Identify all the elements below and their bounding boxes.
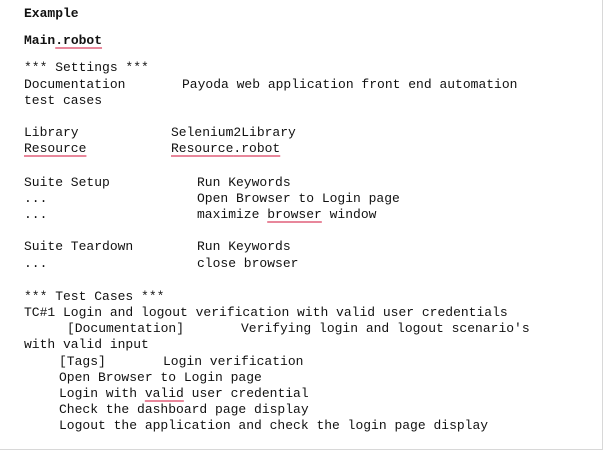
test-step-2-word: valid [144,386,184,401]
file-name: Main.robot [24,33,102,49]
test-cases-header: *** Test Cases *** [24,289,165,304]
file-name-base: Main [24,33,56,48]
file-name-extension: .robot [55,33,103,48]
test-case-tags-value: Login verification [163,354,304,369]
resource-value: Resource.robot [171,141,280,157]
suite-teardown-continuation: ... [24,256,48,271]
documentation-label: Documentation [24,77,126,92]
suite-setup-step-2-start: maximize [197,207,268,222]
suite-setup-step-2-word: browser [267,207,322,222]
test-case-documentation-continued: with valid input [24,337,149,352]
test-case-documentation-label: [Documentation] [67,321,185,336]
test-step-4: Logout the application and check the log… [59,418,489,433]
documentation-value: Payoda web application front end automat… [182,77,518,92]
test-step-1: Open Browser to Login page [59,370,262,385]
settings-header: *** Settings *** [24,60,149,75]
suite-teardown-value: Run Keywords [197,239,291,254]
test-case-documentation-value: Verifying login and logout scenario's [241,321,530,336]
test-case-tags-label: [Tags] [59,354,106,369]
test-step-3: Check the dashboard page display [59,402,309,417]
suite-setup-step-2: maximize browser window [197,207,376,223]
test-step-2: Login with valid user credential [59,386,309,402]
suite-teardown-label: Suite Teardown [24,239,134,254]
resource-label: Resource [24,141,87,156]
suite-setup-label: Suite Setup [24,175,110,190]
test-case-title: TC#1 Login and logout verification with … [24,305,508,320]
suite-setup-step-2-end: window [321,207,377,222]
suite-teardown-step-1: close browser [197,256,299,271]
test-step-2-end: user credential [183,386,309,401]
library-label: Library [24,125,79,140]
resource-value-name: Resource [171,141,234,156]
suite-setup-step-1: Open Browser to Login page [197,191,400,206]
document-frame: Example Main.robot *** Settings *** Docu… [0,0,603,450]
suite-setup-continuation-1: ... [24,191,48,206]
resource-value-extension: .robot [233,141,281,156]
documentation-value-continued: test cases [24,93,103,108]
suite-setup-value: Run Keywords [197,175,291,190]
example-heading: Example [24,6,79,21]
library-value: Selenium2Library [171,125,296,140]
test-step-2-start: Login with [59,386,145,401]
suite-setup-continuation-2: ... [24,207,48,222]
